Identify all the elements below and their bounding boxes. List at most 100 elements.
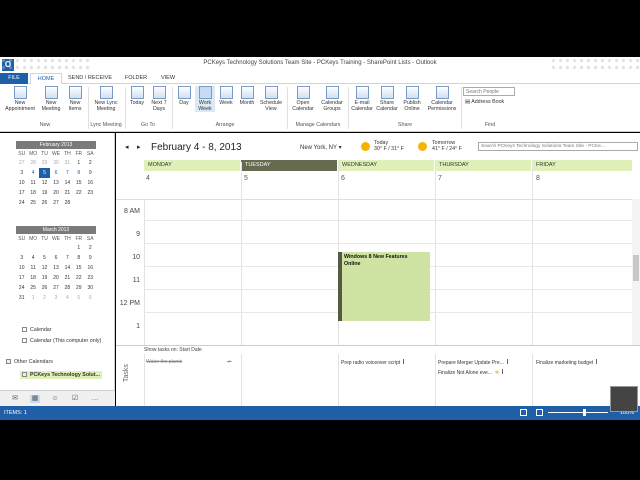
title-bar: O PCKeys Technology Solutions Team Site … [0,57,640,73]
work-week-view-button[interactable]: Work Week [195,86,215,112]
new-items-button[interactable]: New Items [64,86,86,112]
hour-label: 1 [136,323,140,330]
calendar-item[interactable]: Calendar [22,327,52,333]
feb-header: February 2013 [16,141,96,149]
day-number: 6 [341,175,345,182]
tasks-icon[interactable]: ☑ [70,395,80,403]
calendar-icon [13,86,27,99]
week-view-button[interactable]: Week [216,86,236,106]
mar-month-grid[interactable]: SU MO TU WE TH FR SA 12 3456789 10 11 12 13 14 15 16… [16,235,96,303]
checkbox[interactable] [22,372,27,378]
tasks-pane: Tasks Water the plants ✓ Prep radio voice… [116,354,640,406]
checkbox[interactable] [22,327,27,333]
divider [144,354,145,406]
calendar-groups-icon [325,86,339,99]
more-icon[interactable]: … [90,395,100,403]
mar-header: March 2013 [16,226,96,234]
status-bar: ITEMS: 1 100% [0,406,640,420]
new-appointment-button[interactable]: New Appointment [2,86,38,112]
share-calendar-button[interactable]: Share Calendar [375,86,399,112]
module-nav-bar: ✉ ▦ ☺ ☑ … [0,390,115,406]
flag-icon[interactable] [506,359,511,364]
calendar-nav-icon[interactable]: ▦ [30,395,40,403]
work-week-icon [198,86,212,99]
day-header-friday[interactable]: FRIDAY [532,160,632,171]
checkbox[interactable] [22,338,27,344]
new-lync-meeting-button[interactable]: New Lync Meeting [90,86,122,112]
task-item[interactable]: Finalize Not Alone eve... ✲ [438,369,506,376]
scroll-thumb[interactable] [633,255,639,281]
tab-folder[interactable]: FOLDER [120,73,152,84]
previous-arrow-icon[interactable]: ◂ [125,143,129,151]
group-arrange-label: Arrange [215,122,235,128]
weather-today: Today 30° F / 31° F [374,140,404,152]
hour-label: 10 [132,254,140,261]
day-header-tuesday[interactable]: TUESDAY [241,160,337,171]
show-tasks-bar[interactable]: Show tasks on: Start Date [116,345,640,354]
tab-file[interactable]: FILE [0,73,28,84]
lync-icon [99,86,113,99]
share-calendar-icon [380,86,394,99]
task-item[interactable]: Prepare Merger Update Pre... [438,359,511,366]
flag-icon[interactable] [502,369,506,374]
group-manage-label: Manage Calendars [295,122,341,128]
weather-cloudy-icon [361,142,370,151]
new-meeting-button[interactable]: New Meeting [40,86,62,112]
month-icon [240,86,254,99]
day-header-monday[interactable]: MONDAY [144,160,240,171]
ribbon-tabs: FILE HOME SEND / RECEIVE FOLDER VIEW [0,73,640,85]
schedule-view-button[interactable]: Schedule View [258,86,284,112]
day-header-thursday[interactable]: THURSDAY [435,160,531,171]
month-view-button[interactable]: Month [237,86,257,106]
other-calendars-group[interactable]: Other Calendars [6,359,53,365]
normal-view-icon[interactable] [520,409,527,416]
tab-send-receive[interactable]: SEND / RECEIVE [66,73,114,84]
navigation-pane: February 2013 SU MO TU WE TH FR SA 27 28 29 30 31 1… [0,133,115,390]
new-items-icon [68,86,82,99]
zoom-slider[interactable] [548,412,608,413]
task-item[interactable]: Water the plants ✓ [146,359,231,365]
appointment-location: Online [344,261,361,267]
next-7-days-button[interactable]: Next 7 Days [148,86,170,112]
flag-icon[interactable] [403,359,407,364]
search-people-input[interactable]: Search People [463,87,515,96]
reading-view-icon[interactable] [536,409,543,416]
hour-label: 9 [136,231,140,238]
publish-icon [405,86,419,99]
shared-calendar-item[interactable]: PCKeys Technology Solut... [20,371,102,379]
permissions-icon [435,86,449,99]
feb-month-grid[interactable]: SU MO TU WE TH FR SA 27 28 29 30 31 1 2 3456789 10 11… [16,150,96,208]
day-header-wednesday[interactable]: WEDNESDAY [338,160,434,171]
calendar-item[interactable]: Calendar (This computer only) [22,338,101,344]
tab-view[interactable]: VIEW [154,73,182,84]
calendar-permissions-button[interactable]: Calendar Permissions [425,86,459,112]
windows-start-icon[interactable] [610,386,638,412]
calendar-groups-button[interactable]: Calendar Groups [318,86,346,112]
zoom-slider-thumb[interactable] [583,409,586,416]
appointment[interactable]: Windows 8 New Features Online [338,252,430,321]
open-calendar-button[interactable]: Open Calendar [289,86,317,112]
email-calendar-button[interactable]: E-mail Calendar [350,86,374,112]
checkbox[interactable] [6,359,11,365]
location-dropdown[interactable]: New York, NY ▾ [300,144,342,151]
next-arrow-icon[interactable]: ▸ [137,143,141,151]
people-icon[interactable]: ☺ [50,395,60,403]
today-icon [130,86,144,99]
today-button[interactable]: Today [127,86,147,106]
hour-label: 12 PM [119,300,140,307]
group-lync-label: Lync Meeting [90,122,122,128]
mail-icon[interactable]: ✉ [10,395,20,403]
address-book-button[interactable]: ▤ Address Book [465,99,504,105]
day-number: 7 [438,175,442,182]
task-item[interactable]: Prep radio voiceover script [341,359,407,366]
open-calendar-icon [296,86,310,99]
flag-icon[interactable] [596,359,600,364]
calendar-search-input[interactable]: Search PCKeys Technology Solutions Team … [478,142,638,151]
hour-label: 8 AM [124,208,140,215]
vertical-scrollbar[interactable] [632,199,640,345]
publish-online-button[interactable]: Publish Online [400,86,424,112]
day-view-button[interactable]: Day [174,86,194,106]
day-number: 5 [244,175,248,182]
checkmark-icon[interactable]: ✓ [227,359,231,365]
task-item[interactable]: Finalize marketing budget [536,359,600,366]
